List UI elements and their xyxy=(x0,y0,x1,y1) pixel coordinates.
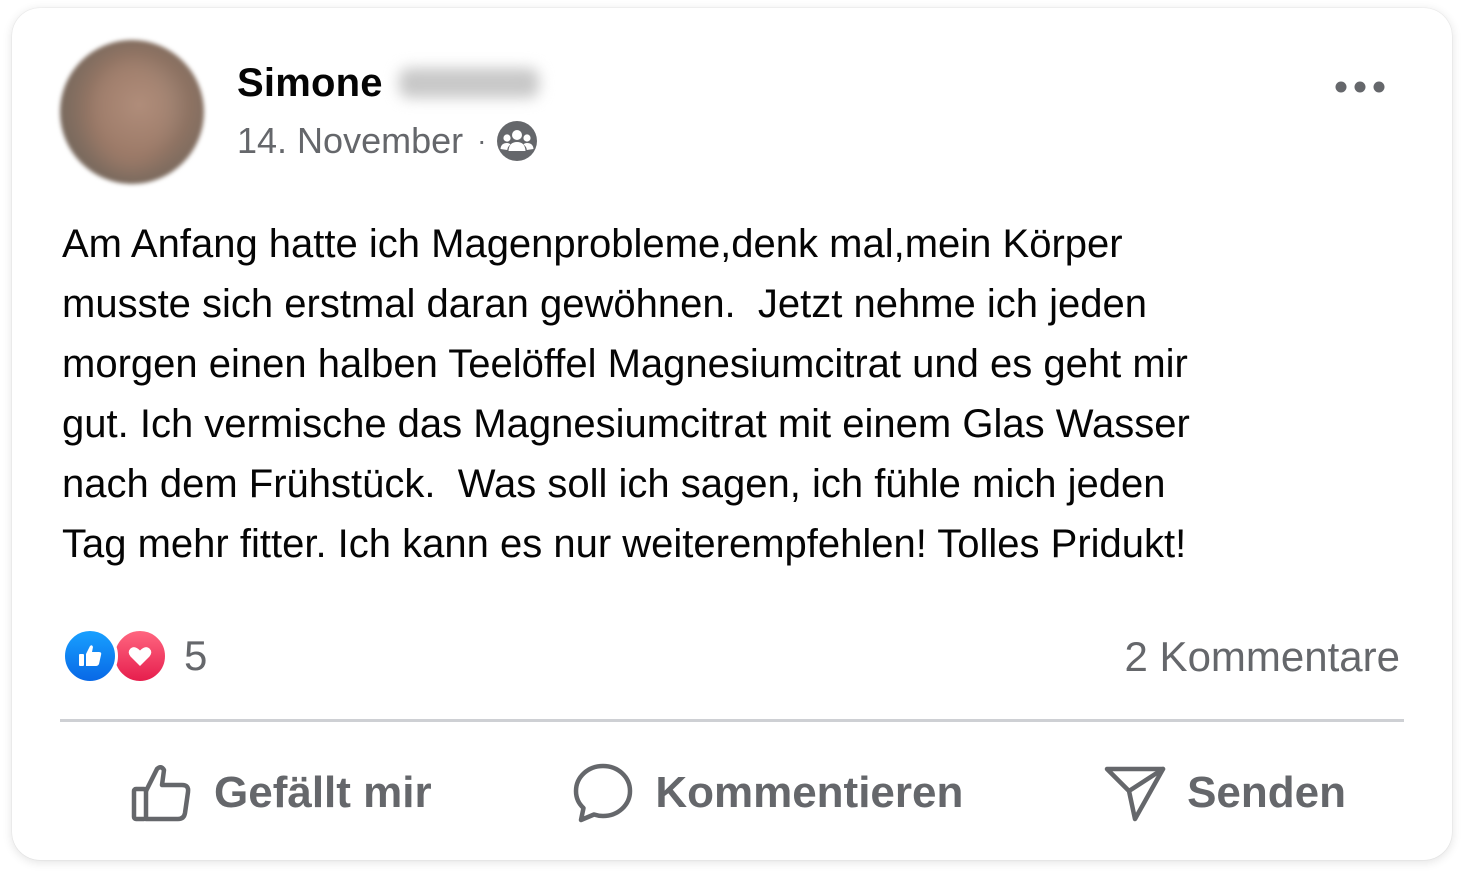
reaction-count: 5 xyxy=(184,632,208,679)
blurred-surname xyxy=(398,68,539,98)
reactions-summary[interactable]: 5 xyxy=(62,626,207,686)
send-button[interactable]: Senden xyxy=(1093,748,1356,838)
more-options-button[interactable] xyxy=(1330,70,1390,104)
send-icon xyxy=(1104,766,1166,822)
love-reaction-icon xyxy=(112,628,168,684)
comment-button[interactable]: Kommentieren xyxy=(561,748,973,838)
post-date[interactable]: 14. November xyxy=(237,120,463,162)
comments-count-link[interactable]: 2 Kommentare xyxy=(1125,630,1400,684)
post-card: Simone 14. November · Am Anfang hatte ic… xyxy=(12,8,1452,860)
actions-divider xyxy=(60,719,1404,722)
more-horizontal-icon xyxy=(1335,81,1385,93)
friends-group-icon xyxy=(496,120,538,162)
like-button-label: Gefällt mir xyxy=(214,768,432,817)
author-name[interactable]: Simone xyxy=(237,61,383,106)
thumbs-up-icon xyxy=(131,765,191,822)
like-reaction-icon xyxy=(62,628,118,684)
author-avatar[interactable] xyxy=(60,40,204,184)
post-actions-bar: Gefällt mir Kommentieren Senden xyxy=(60,738,1404,848)
author-name-row: Simone xyxy=(237,58,539,108)
comment-button-label: Kommentieren xyxy=(655,768,964,817)
post-meta: 14. November · xyxy=(237,116,538,166)
like-button[interactable]: Gefällt mir xyxy=(120,748,442,838)
meta-separator: · xyxy=(477,125,487,156)
send-button-label: Senden xyxy=(1187,768,1346,817)
comment-bubble-icon xyxy=(574,763,633,823)
post-body-text: Am Anfang hatte ich Magenprobleme,denk m… xyxy=(62,222,1190,566)
